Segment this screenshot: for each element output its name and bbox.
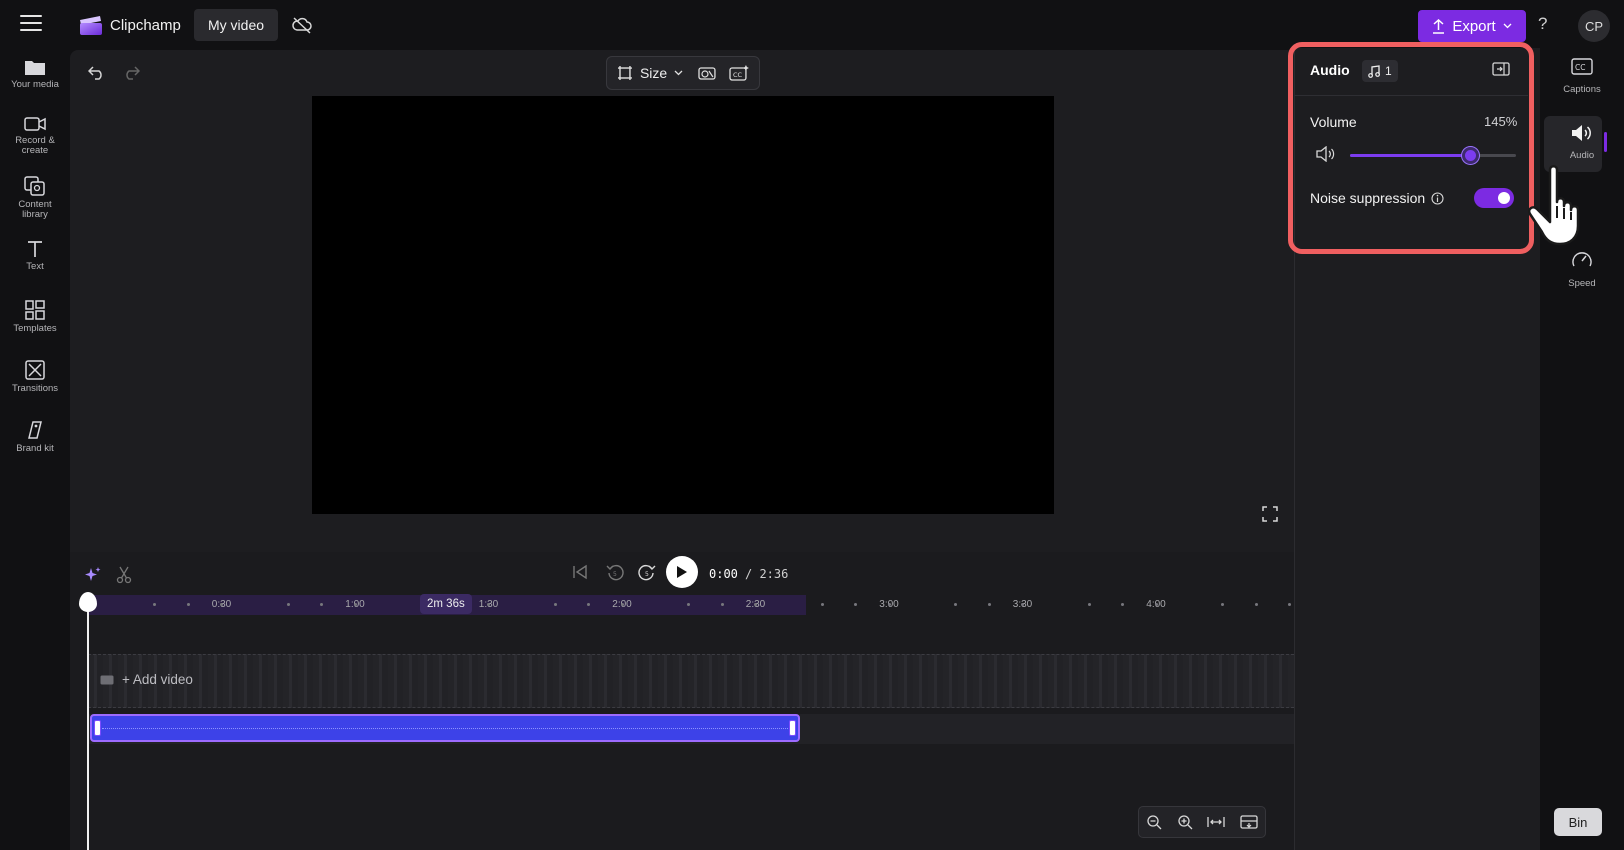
- tab-audio[interactable]: Audio: [1540, 124, 1624, 163]
- tab-captions[interactable]: CC Captions: [1540, 58, 1624, 97]
- audio-clip[interactable]: [90, 714, 800, 742]
- sidebar-item-transitions[interactable]: Transitions: [0, 360, 70, 394]
- avatar[interactable]: CP: [1578, 10, 1610, 42]
- sidebar-item-label: Your media: [11, 79, 59, 90]
- current-time: 0:00: [709, 567, 738, 581]
- svg-text:CC: CC: [1575, 63, 1585, 72]
- svg-text:CC: CC: [733, 71, 743, 79]
- ruler-tick: [553, 603, 557, 606]
- chevron-down-icon: [1503, 23, 1512, 29]
- fit-to-timeline-icon[interactable]: [1207, 815, 1225, 829]
- ruler-tick: [820, 603, 824, 606]
- magic-sparkle-icon[interactable]: [84, 566, 102, 584]
- export-button[interactable]: Export: [1418, 10, 1526, 42]
- sidebar-item-your-media[interactable]: Your media: [0, 58, 70, 90]
- cloud-off-icon[interactable]: [292, 16, 312, 34]
- ruler-tick: [1254, 603, 1258, 606]
- menu-icon[interactable]: [20, 15, 42, 33]
- svg-text:5: 5: [645, 571, 649, 578]
- sidebar-item-label: Brand kit: [16, 443, 54, 454]
- resize-icon: [617, 66, 632, 80]
- camera-icon: [24, 117, 46, 131]
- sidebar-item-label: Text: [26, 261, 44, 272]
- sidebar-item-text[interactable]: Text: [0, 240, 70, 272]
- clip-trim-handle-right[interactable]: [789, 720, 796, 736]
- captions-icon: CC: [1571, 58, 1593, 75]
- rewind-5-seconds-icon[interactable]: 5: [606, 563, 624, 581]
- zoom-out-icon[interactable]: [1146, 814, 1162, 830]
- undo-icon[interactable]: [88, 64, 106, 80]
- svg-text:5: 5: [613, 571, 617, 578]
- canvas-toolbar: Size CC: [606, 56, 760, 90]
- ruler-tick: [353, 603, 357, 606]
- export-label: Export: [1452, 17, 1496, 35]
- transitions-icon: [25, 360, 45, 380]
- play-button[interactable]: [666, 556, 698, 588]
- folder-icon: [25, 61, 45, 75]
- ruler-tick: [620, 603, 624, 606]
- tab-label: Speed: [1568, 278, 1596, 289]
- clip-trim-handle-left[interactable]: [94, 720, 101, 736]
- upload-icon: [1433, 18, 1445, 34]
- film-icon: [100, 675, 114, 684]
- forward-5-seconds-icon[interactable]: 5: [638, 563, 656, 581]
- ruler-tick: [887, 603, 891, 606]
- playhead-line[interactable]: [87, 602, 89, 850]
- sidebar-item-label: Templates: [13, 323, 57, 334]
- pointing-hand-cursor-icon: [1528, 165, 1580, 246]
- tab-label: Audio: [1569, 150, 1595, 161]
- templates-icon: [25, 300, 45, 320]
- video-track-placeholder[interactable]: [88, 654, 1304, 708]
- app-name: Clipchamp: [110, 17, 181, 34]
- text-icon: [28, 241, 42, 257]
- video-preview-canvas[interactable]: [312, 96, 1054, 514]
- timeline-zoom-controls: [1138, 806, 1266, 838]
- ruler-tick: [987, 603, 991, 606]
- ruler-tick: [720, 603, 724, 606]
- speed-icon: [1572, 252, 1592, 267]
- chevron-down-icon: [674, 70, 683, 76]
- bin-button[interactable]: Bin: [1554, 808, 1602, 836]
- sidebar-item-label: Transitions: [11, 383, 59, 394]
- ruler-tick: [286, 603, 290, 606]
- playhead-handle[interactable]: [79, 592, 97, 612]
- zoom-in-icon[interactable]: [1177, 814, 1193, 830]
- ruler-tick: [1154, 603, 1158, 606]
- project-name-field[interactable]: My video: [194, 9, 279, 41]
- add-video-label: + Add video: [122, 672, 193, 687]
- play-icon: [677, 566, 687, 578]
- size-button[interactable]: Size: [640, 65, 667, 81]
- add-video-prompt[interactable]: + Add video: [100, 672, 193, 687]
- sidebar-item-brand-kit[interactable]: Brand kit: [0, 420, 70, 454]
- ruler-tick: [186, 603, 190, 606]
- auto-captions-icon[interactable]: CC: [729, 65, 749, 81]
- expand-timeline-icon[interactable]: [1240, 815, 1258, 829]
- redo-icon[interactable]: [122, 64, 140, 80]
- sidebar-item-record-create[interactable]: Record & create: [0, 116, 70, 156]
- clipchamp-logo-icon: [80, 16, 102, 35]
- sidebar-item-templates[interactable]: Templates: [0, 300, 70, 334]
- speaker-icon: [1572, 125, 1591, 141]
- skip-to-start-icon[interactable]: [572, 564, 588, 580]
- tab-speed[interactable]: Speed: [1540, 250, 1624, 291]
- help-button[interactable]: ?: [1538, 14, 1547, 34]
- duration-badge: 2m 36s: [420, 594, 472, 614]
- library-icon: [24, 176, 45, 196]
- ruler-tick: [1087, 603, 1091, 606]
- total-time: / 2:36: [745, 567, 789, 581]
- sidebar-item-content-library[interactable]: Content library: [0, 176, 70, 220]
- sidebar-item-label: Content library: [18, 199, 52, 220]
- tab-label: Captions: [1563, 84, 1601, 95]
- fullscreen-icon[interactable]: [1262, 506, 1278, 522]
- brand-kit-icon: [28, 421, 42, 439]
- sidebar-item-label: Record & create: [15, 135, 55, 156]
- background-remove-icon[interactable]: [698, 65, 716, 81]
- scissors-icon[interactable]: [116, 566, 132, 584]
- highlight-outline: [1288, 42, 1534, 254]
